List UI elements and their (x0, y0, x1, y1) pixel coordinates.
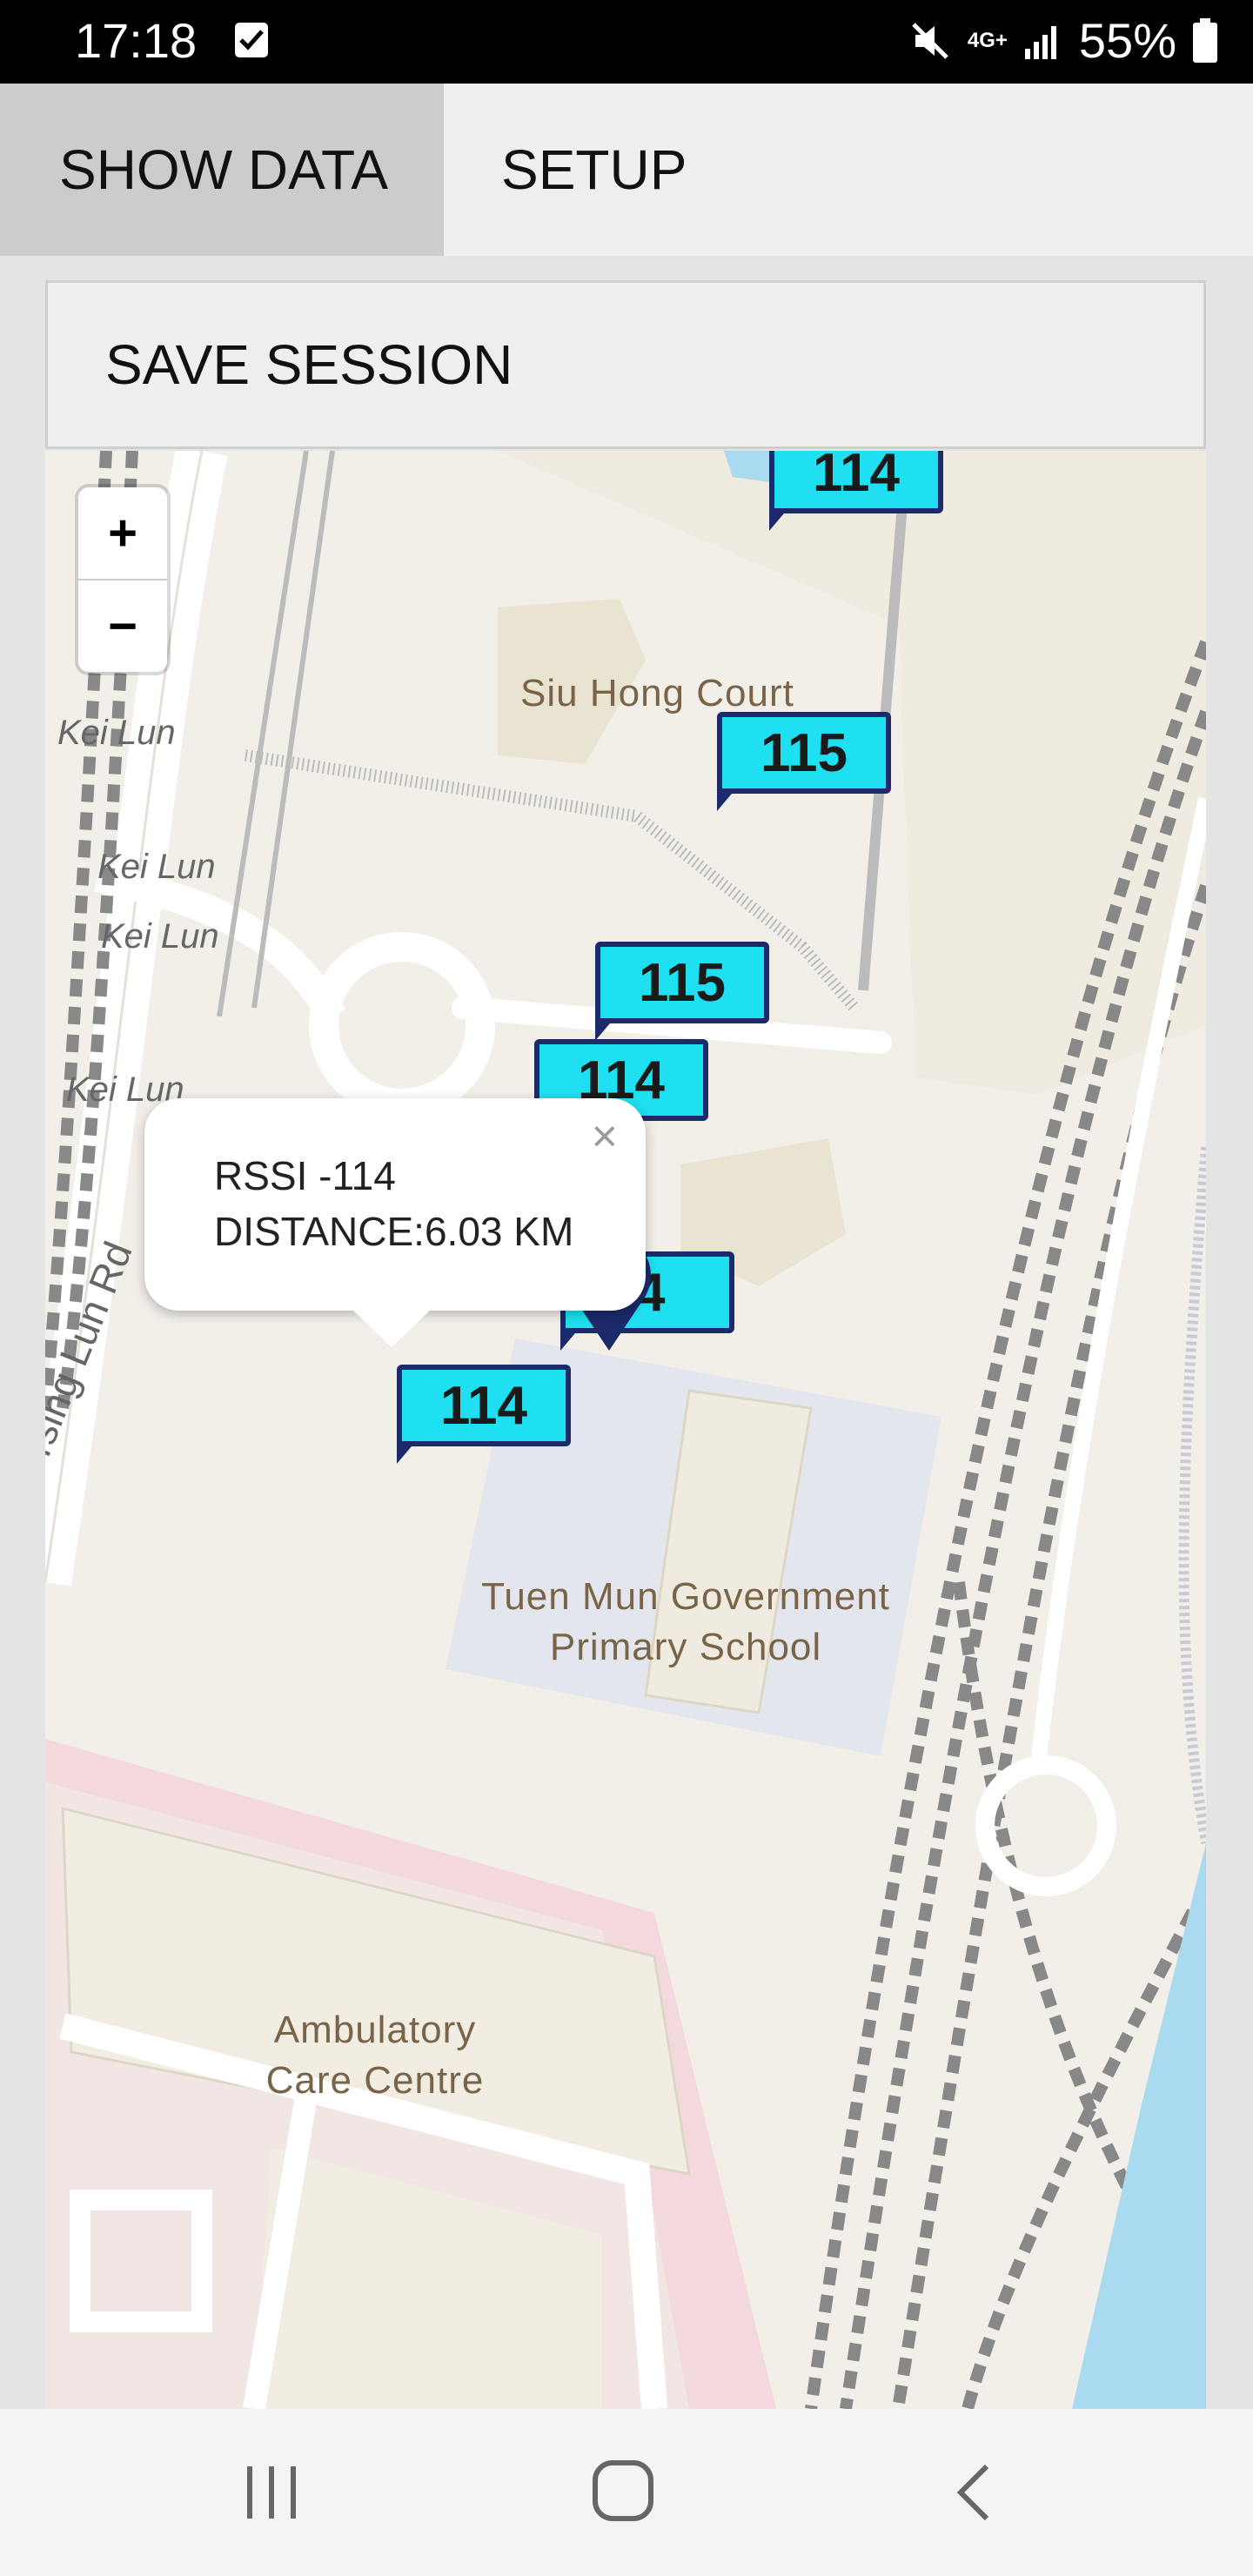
map-label-ambulatory: Ambulatory Care Centre (265, 2009, 485, 2102)
rssi-marker-label: 115 (717, 712, 891, 794)
system-nav-bar (0, 2409, 1253, 2576)
tab-bar: SHOW DATA SETUP (0, 84, 1253, 259)
zoom-control: + − (78, 487, 167, 672)
zoom-out-button[interactable]: − (78, 580, 167, 672)
road-label: Kei Lun (57, 714, 176, 752)
home-icon[interactable] (590, 2458, 656, 2524)
status-time: 17:18 (75, 13, 198, 68)
back-icon[interactable] (952, 2461, 995, 2524)
popup-pointer (352, 1309, 432, 1347)
checkbox-notification-icon (235, 23, 268, 57)
popup-distance: DISTANCE:6.03 KM (214, 1209, 574, 1254)
road-label: Kei Lun (101, 917, 219, 956)
battery-percent: 55% (1078, 13, 1176, 68)
status-bar: 17:18 4G+ 55% (0, 0, 1253, 84)
rssi-marker[interactable]: 114 (769, 451, 954, 531)
map-label-school: Tuen Mun Government Primary School (481, 1575, 890, 1668)
tab-show-data[interactable]: SHOW DATA (0, 84, 444, 256)
rssi-marker[interactable]: 115 (717, 712, 901, 811)
rssi-marker-label: 114 (397, 1365, 571, 1446)
tab-setup[interactable]: SETUP (444, 84, 1253, 256)
zoom-in-button[interactable]: + (78, 487, 167, 580)
status-icons: 4G+ 55% (908, 12, 1218, 70)
rssi-marker-label: 115 (595, 942, 769, 1023)
network-type: 4G+ (967, 29, 1008, 52)
battery-icon (1193, 18, 1217, 63)
rssi-marker-label: 114 (769, 451, 943, 513)
rssi-marker[interactable]: 114 (397, 1365, 581, 1464)
rssi-marker[interactable]: 115 (595, 942, 780, 1041)
map-view[interactable]: Kei Lun Kei Lun Kei Lun Kei Lun Tsing Lu… (45, 451, 1206, 2409)
map-tiles (45, 451, 1206, 2409)
mute-icon (912, 23, 948, 59)
signal-icon (1024, 26, 1056, 59)
popup-rssi: RSSI -114 (214, 1153, 396, 1198)
save-session-button[interactable]: SAVE SESSION (45, 280, 1206, 449)
road-label: Kei Lun (97, 848, 216, 886)
recent-apps-icon[interactable] (242, 2461, 303, 2524)
popup-close-button[interactable]: × (592, 1110, 618, 1163)
marker-popup: × RSSI -114 DISTANCE:6.03 KM (144, 1098, 646, 1347)
